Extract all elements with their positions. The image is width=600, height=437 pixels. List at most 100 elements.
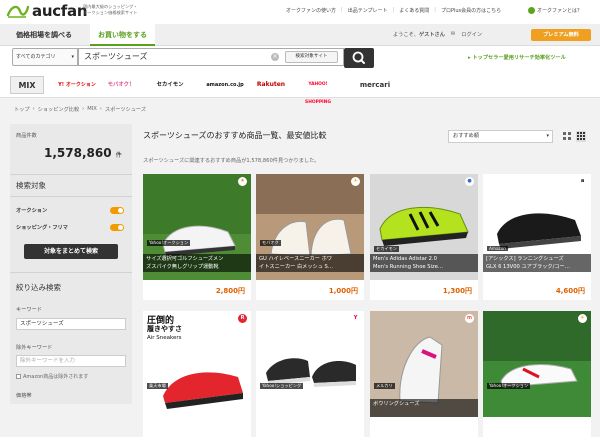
ad-tagline: Air Sneakers [147, 335, 182, 341]
card-caption-line-2: ズスパイク無しグリップ運動靴 [146, 264, 219, 270]
card-price: 1,000円 [328, 287, 358, 295]
target-site-button[interactable]: 検索対象サイト [285, 51, 338, 63]
auction-toggle-label: オークション [16, 208, 48, 214]
header-links: オークファンの使い方 | 出品テンプレート | よくある質問 | プロPlus会員の方… [286, 7, 502, 14]
link-how-to-use[interactable]: オークファンの使い方 [286, 7, 336, 14]
mail-icon: ✉ [450, 31, 456, 37]
market-tab-mobaoku[interactable]: モバオク！ [104, 76, 138, 94]
amazon-icon: a [578, 177, 587, 186]
market-tab-yahoo-auction[interactable]: Y! オークション [56, 76, 98, 94]
page-title: スポーツシューズのおすすめ商品一覧、最安値比較 [143, 131, 327, 140]
card-caption-line-1: ボウリングシューズ [373, 401, 420, 407]
card-caption: サイズ選択可ゴルフシューズメン ズスパイク無しグリップ運動靴 [143, 254, 251, 272]
logo-mark-icon [6, 5, 30, 18]
divider [10, 272, 132, 273]
card-caption: Men's Adidas Adistar 2.0 Men's Running Sh… [370, 254, 478, 272]
exclude-keyword-input[interactable]: 除外キーワードを入力 [16, 355, 126, 367]
card-caption-line-2: イトスニーカー 白メッシュ S… [259, 264, 334, 270]
price-range-label: 価格帯 [16, 393, 32, 399]
product-card[interactable]: m メルカリ ボウリングシューズ [370, 311, 478, 437]
item-count-unit: 件 [115, 152, 122, 159]
login-link[interactable]: ログイン [461, 31, 482, 38]
market-tab-yahoo-shopping[interactable]: YAHOO! SHOPPING [296, 76, 340, 105]
link-proplus[interactable]: プロPlus会員の方はこちら [441, 7, 501, 14]
chevron-down-icon: ▾ [546, 133, 549, 139]
link-listing-template[interactable]: 出品テンプレート [348, 7, 388, 14]
result-count-note: スポーツシューズに関連するおすすめ商品が1,578,860件見つかりました。 [143, 158, 320, 164]
checkbox[interactable] [16, 374, 21, 379]
keyword-input[interactable]: スポーツシューズ [16, 318, 126, 330]
card-source: Yahoo!オークション [487, 383, 531, 389]
welcome-text: ようこそ、 [393, 32, 419, 38]
product-card[interactable]: 圧倒的 履きやすさ Air Sneakers R 楽天市場 [143, 311, 251, 437]
card-caption-line-1: Men's Adidas Adistar 2.0 [373, 256, 437, 262]
market-tab-amazon[interactable]: amazon.co.jp [202, 76, 248, 94]
product-card[interactable]: Y Yahoo!ショッピング [256, 311, 364, 437]
shopping-toggle-label: ショッピング・フリマ [16, 225, 68, 231]
aucfan-logo[interactable]: aucfan [6, 2, 88, 20]
product-card[interactable]: ☀ Yahoo!オークション [483, 311, 591, 437]
top-seller-tool-link[interactable]: ▸ トップセラー愛用リサーチ効率化ツール [468, 54, 566, 61]
guest-name: ゲストさん [418, 32, 445, 38]
card-price: 4,600円 [555, 287, 585, 295]
category-value: すべてのカテゴリ [16, 54, 56, 60]
product-card[interactable]: ● セカイモン Men's Adidas Adistar 2.0 Men's Ru… [370, 174, 478, 300]
combine-search-button[interactable]: 対象をまとめて検索 [24, 244, 118, 259]
card-caption-line-2: Men's Running Shoe Size… [373, 264, 444, 270]
top-seller-tool-label: トップセラー愛用リサーチ効率化ツール [472, 55, 566, 61]
tab-shopping[interactable]: お買い物をする [90, 24, 155, 46]
market-tab-mix[interactable]: MIX [10, 76, 44, 94]
card-source: Yahoo!オークション [147, 240, 191, 246]
clear-icon[interactable]: × [271, 53, 279, 61]
product-image [256, 311, 364, 417]
category-select[interactable]: すべてのカテゴリ ▾ [12, 48, 78, 66]
card-price: 2,800円 [215, 287, 245, 295]
exclude-keyword-label: 除外キーワード [16, 345, 53, 351]
card-caption: GU ハイレベースニーカー ホワ イトスニーカー 白メッシュ S… [256, 254, 364, 272]
product-card[interactable]: a Amazon [アシックス] ランニングシューズ GLX 6 13V00 ユア… [483, 174, 591, 300]
breadcrumb-top[interactable]: トップ [14, 106, 30, 113]
card-caption-line-1: [アシックス] ランニングシューズ [486, 256, 564, 262]
amazon-exclude-label: Amazon商品は除外されます [23, 374, 89, 380]
card-price: 1,300円 [442, 287, 472, 295]
search-button[interactable] [344, 48, 374, 68]
auction-toggle[interactable] [110, 207, 124, 214]
product-card[interactable]: ☀ モバオク GU ハイレベースニーカー ホワ イトスニーカー 白メッシュ S… … [256, 174, 364, 300]
market-tab-mercari[interactable]: mercari [352, 76, 398, 94]
tab-price-research[interactable]: 価格相場を調べる [8, 24, 80, 46]
card-source: モバオク [260, 240, 281, 246]
breadcrumb-mix[interactable]: MIX [87, 106, 97, 113]
card-caption: ボウリングシューズ [370, 399, 478, 417]
amazon-exclude-note: Amazon商品は除外されます [16, 373, 88, 380]
sort-value: おすすめ順 [453, 133, 479, 139]
card-source: Amazon [487, 246, 508, 251]
premium-button[interactable]: プレミアム無料 [531, 29, 591, 41]
about-aucfan-label: オークファンとは？ [537, 8, 583, 14]
search-icon [352, 51, 365, 64]
card-caption-line-2: GLX 6 13V00 ユアブラック/コー… [486, 264, 570, 270]
product-card[interactable]: ☀ Yahoo!オークション サイズ選択可ゴルフシューズメン ズスパイク無しグリッ… [143, 174, 251, 300]
count-label: 商品件数 [16, 133, 37, 139]
tagline-line-2: オークション価格検索サイト [83, 10, 138, 15]
search-target-heading: 検索対象 [16, 181, 46, 190]
market-tab-sekaimon[interactable]: セカイモン [150, 76, 190, 94]
card-source: 楽天市場 [147, 383, 168, 389]
keyword-label: キーワード [16, 307, 42, 313]
chevron-down-icon: ▾ [71, 54, 74, 60]
grid-view-icon[interactable] [576, 131, 586, 142]
card-source: Yahoo!ショッピング [260, 383, 304, 389]
shopping-toggle[interactable] [110, 224, 124, 231]
sort-select[interactable]: おすすめ順 ▾ [448, 130, 553, 143]
breadcrumb-shopping[interactable]: ショッピング比較 [38, 106, 80, 113]
divider [10, 196, 132, 197]
badge-icon: ☀ [238, 177, 247, 186]
card-source: メルカリ [374, 383, 395, 389]
divider [10, 174, 132, 175]
card-caption-line-1: GU ハイレベースニーカー ホワ [259, 256, 333, 262]
list-view-icon[interactable] [562, 131, 572, 142]
market-tab-rakuten[interactable]: Rakuten [254, 76, 288, 94]
link-faq[interactable]: よくある質問 [399, 7, 429, 14]
filter-heading: 絞り込み検索 [16, 283, 61, 292]
badge-icon: ☀ [578, 314, 587, 323]
about-aucfan-link[interactable]: オークファンとは？ [528, 7, 582, 14]
